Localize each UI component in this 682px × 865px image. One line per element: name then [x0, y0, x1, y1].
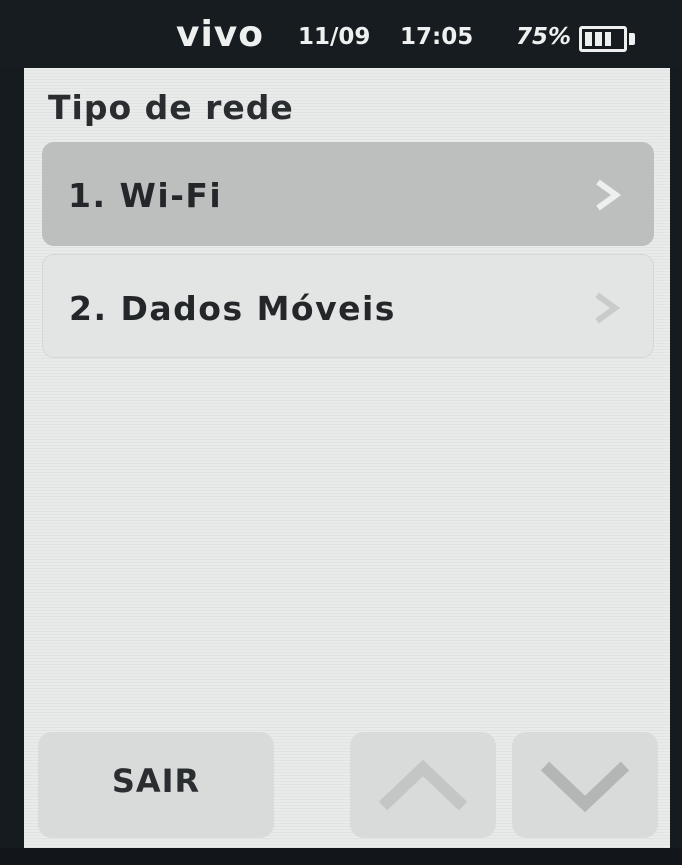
status-time: 17:05 — [400, 24, 474, 50]
device-bezel — [0, 848, 682, 865]
chevron-up-icon — [378, 759, 468, 811]
menu-item-label: 1. Wi-Fi — [68, 176, 223, 215]
scroll-down-button[interactable] — [512, 732, 658, 838]
status-date: 11/09 — [298, 24, 371, 50]
exit-button-label: SAIR — [111, 762, 201, 800]
battery-icon — [579, 26, 627, 52]
battery-percent: 75% — [516, 24, 572, 50]
exit-button[interactable]: SAIR — [38, 732, 274, 838]
battery-cell — [614, 32, 621, 46]
menu-item-wifi[interactable]: 1. Wi-Fi — [42, 142, 654, 246]
screen: Tipo de rede 1. Wi-Fi 2. Dados Móveis SA… — [24, 68, 670, 848]
battery-cell — [604, 32, 612, 46]
chevron-down-icon — [540, 761, 630, 813]
status-bar: vivo 11/09 17:05 75% — [0, 0, 682, 68]
pos-terminal-device: vivo 11/09 17:05 75% Tipo de rede 1. Wi-… — [0, 0, 682, 865]
battery-cell — [585, 32, 592, 46]
scroll-up-button[interactable] — [350, 732, 496, 838]
battery-tip — [629, 33, 635, 45]
menu-item-mobile-data[interactable]: 2. Dados Móveis — [42, 254, 654, 358]
chevron-right-icon — [596, 179, 622, 211]
menu-item-label: 2. Dados Móveis — [69, 289, 396, 328]
battery-cell — [594, 32, 602, 46]
carrier-name: vivo — [176, 14, 265, 55]
page-title: Tipo de rede — [48, 88, 294, 127]
chevron-right-icon — [595, 292, 621, 324]
